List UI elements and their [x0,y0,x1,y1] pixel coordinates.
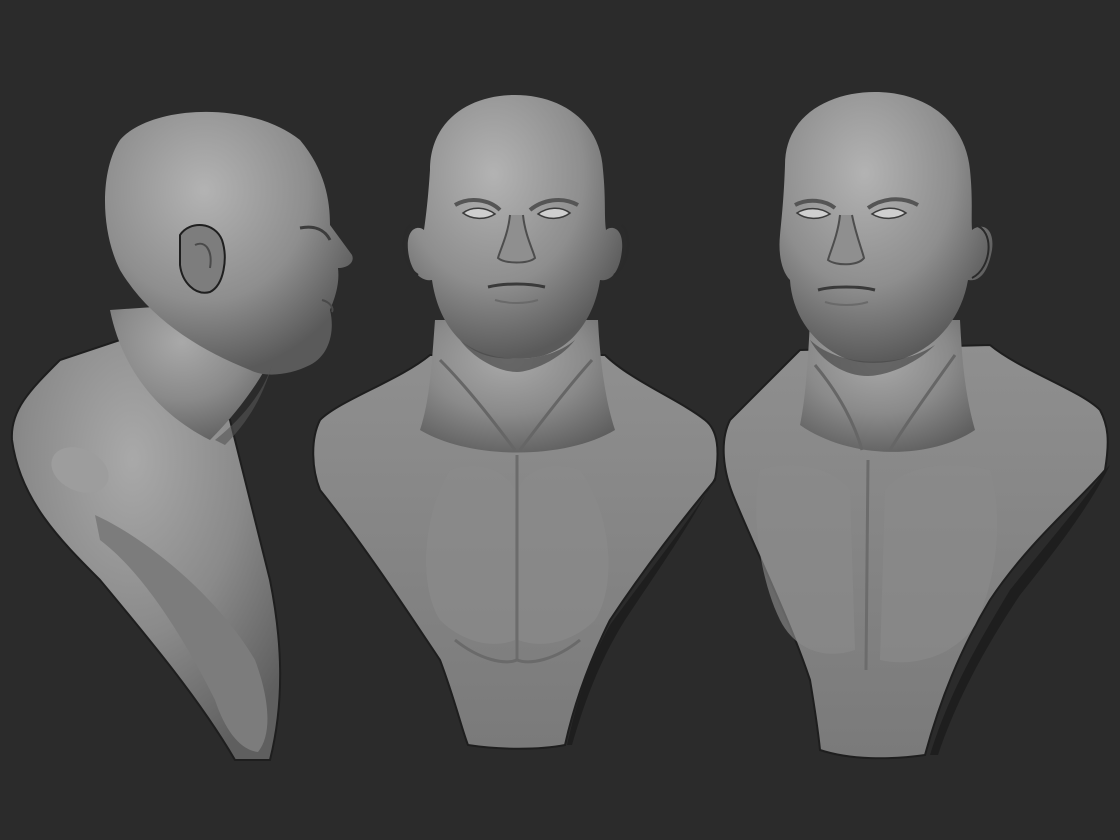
bust-side-view-icon [10,111,353,761]
sculpt-viewport [0,0,1120,840]
bust-three-quarter-view-icon [722,92,1110,760]
sculpt-render [10,92,1110,761]
bust-front-view-icon [312,95,719,750]
